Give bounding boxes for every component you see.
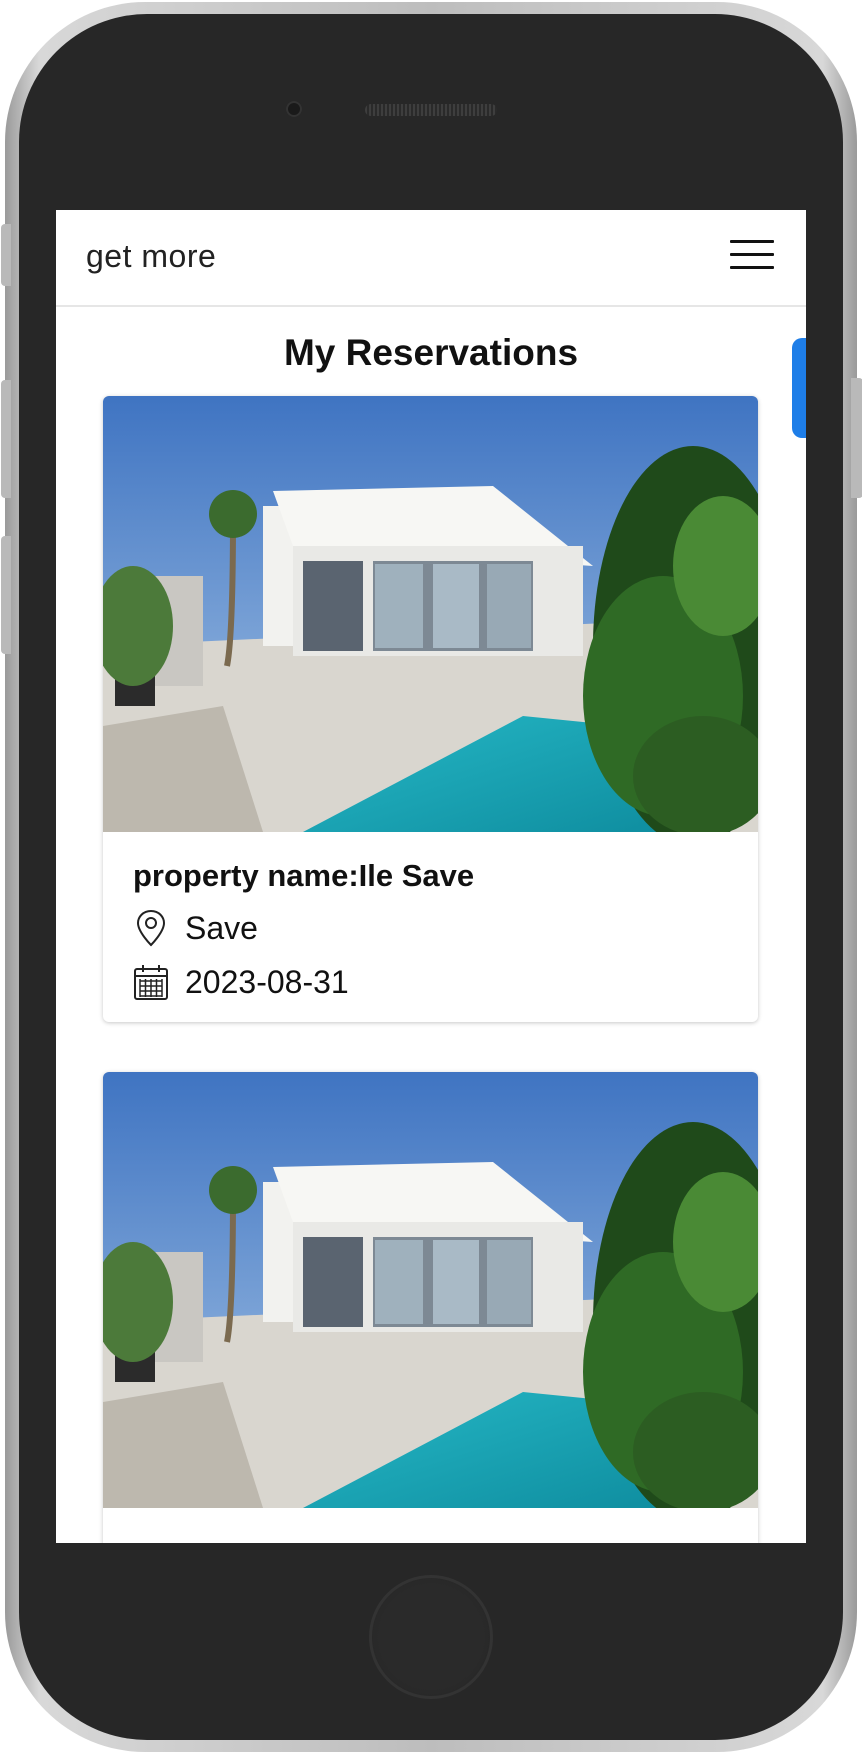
location-pin-icon — [136, 909, 166, 947]
volume-up-button — [1, 380, 11, 498]
property-image — [103, 1072, 758, 1508]
property-image — [103, 396, 758, 832]
front-camera — [286, 101, 302, 117]
power-button — [851, 378, 862, 498]
location-text: Save — [185, 909, 258, 946]
location-row: Save — [133, 908, 738, 948]
hamburger-menu-icon[interactable] — [730, 240, 774, 270]
volume-down-button — [1, 536, 11, 654]
property-name: property name:Ile Save — [133, 858, 475, 893]
calendar-icon — [134, 965, 168, 1000]
reservation-card[interactable]: property name:Ile Save Save 2023-08-31 — [103, 396, 758, 1022]
mute-switch — [1, 224, 11, 286]
page-title: My Reservations — [283, 332, 579, 373]
app-screen: get more My Reservations property name:I… — [56, 210, 806, 1543]
navbar: get more — [56, 210, 806, 307]
reservation-date: 2023-08-31 — [185, 963, 349, 1000]
brand-logo-text[interactable]: get more — [86, 238, 216, 275]
home-button[interactable] — [369, 1575, 493, 1699]
reservation-card[interactable] — [103, 1072, 758, 1543]
card-body: property name:Ile Save Save 2023-08-31 — [133, 858, 738, 1002]
earpiece-speaker — [365, 104, 497, 116]
date-row: 2023-08-31 — [133, 962, 738, 1002]
